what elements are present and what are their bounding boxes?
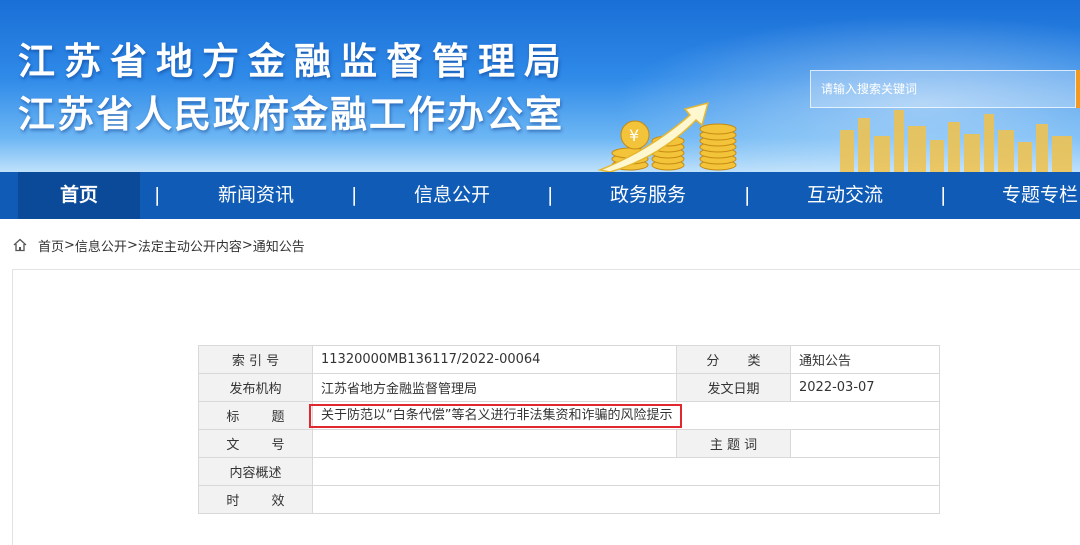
nav-item-home[interactable]: 首页: [18, 172, 140, 219]
svg-text:¥: ¥: [629, 126, 639, 145]
nav-item-special-topics[interactable]: 专题专栏: [982, 172, 1080, 219]
table-row: 索 引 号 11320000MB136117/2022-00064 分 类 通知…: [198, 345, 940, 374]
breadcrumb-home[interactable]: 首页: [38, 236, 64, 255]
nav-item-interaction[interactable]: 互动交流: [785, 172, 905, 219]
site-title-line1: 江苏省地方金融监督管理局: [18, 40, 570, 83]
category-value: 通知公告: [790, 345, 940, 374]
index-value: 11320000MB136117/2022-00064: [312, 345, 677, 374]
coins-arrow-illustration: ¥: [597, 101, 737, 172]
docno-label: 文 号: [198, 429, 313, 458]
keywords-value: [790, 429, 940, 458]
nav-separator: |: [351, 184, 358, 206]
breadcrumb-separator: >: [64, 237, 75, 253]
breadcrumb-separator: >: [126, 237, 138, 253]
nav-item-news[interactable]: 新闻资讯: [196, 172, 316, 219]
publisher-label: 发布机构: [198, 373, 313, 402]
table-row: 标 题 关于防范以“白条代偿”等名义进行非法集资和诈骗的风险提示: [198, 401, 940, 430]
category-label: 分 类: [676, 345, 791, 374]
summary-value: [312, 457, 940, 486]
nav-separator: |: [940, 184, 947, 206]
header-banner: 江苏省地方金融监督管理局 江苏省人民政府金融工作办公室 ¥: [0, 0, 1080, 172]
validity-label: 时 效: [198, 485, 313, 514]
title-label: 标 题: [198, 401, 313, 430]
breadcrumb-separator: >: [241, 237, 253, 253]
breadcrumb-statutory-content[interactable]: 法定主动公开内容: [138, 236, 242, 255]
breadcrumb-info-disclosure[interactable]: 信息公开: [75, 236, 127, 255]
publisher-value: 江苏省地方金融监督管理局: [312, 373, 677, 402]
index-label: 索 引 号: [198, 345, 313, 374]
date-label: 发文日期: [676, 373, 791, 402]
docno-value: [312, 429, 677, 458]
title-cell: 关于防范以“白条代偿”等名义进行非法集资和诈骗的风险提示: [309, 401, 940, 430]
nav-item-gov-services[interactable]: 政务服务: [588, 172, 708, 219]
breadcrumb: 首页 > 信息公开 > 法定主动公开内容 > 通知公告: [12, 236, 305, 255]
search-input[interactable]: [821, 71, 1061, 107]
search-button[interactable]: [1076, 70, 1080, 108]
title-value: 关于防范以“白条代偿”等名义进行非法集资和诈骗的风险提示: [309, 403, 683, 428]
main-nav: 首页 | 新闻资讯 | 信息公开 | 政务服务 | 互动交流 | 专题专栏: [0, 172, 1080, 219]
table-row: 发布机构 江苏省地方金融监督管理局 发文日期 2022-03-07: [198, 373, 940, 402]
keywords-label: 主 题 词: [676, 429, 791, 458]
table-row: 文 号 主 题 词: [198, 429, 940, 458]
nav-separator: |: [154, 184, 161, 206]
summary-label: 内容概述: [198, 457, 313, 486]
nav-separator: |: [744, 184, 751, 206]
document-meta-table: 索 引 号 11320000MB136117/2022-00064 分 类 通知…: [198, 345, 940, 514]
city-skyline-illustration: [840, 110, 1072, 172]
nav-separator: |: [547, 184, 554, 206]
search-box: [810, 70, 1076, 108]
nav-item-info-disclosure[interactable]: 信息公开: [392, 172, 512, 219]
home-icon: [13, 238, 27, 252]
site-title-line2: 江苏省人民政府金融工作办公室: [18, 93, 564, 136]
breadcrumb-notices[interactable]: 通知公告: [253, 236, 305, 255]
table-row: 时 效: [198, 485, 940, 514]
validity-value: [312, 485, 940, 514]
date-value: 2022-03-07: [790, 373, 940, 402]
table-row: 内容概述: [198, 457, 940, 486]
